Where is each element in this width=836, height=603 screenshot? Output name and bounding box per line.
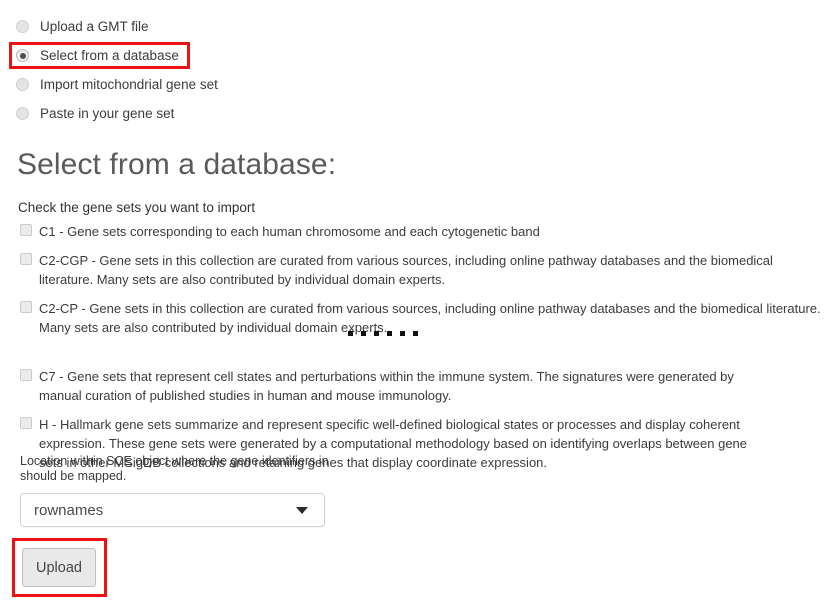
radio-label-import-mitochondrial: Import mitochondrial gene set — [40, 76, 218, 92]
radio-label-upload-gmt: Upload a GMT file — [40, 18, 149, 34]
gene-set-source-radio-group: Upload a GMT file Select from a database… — [16, 12, 416, 128]
gene-set-row-c7[interactable]: C7 - Gene sets that represent cell state… — [20, 367, 832, 405]
gene-set-row-c2-cgp[interactable]: C2-CGP - Gene sets in this collection ar… — [20, 251, 832, 289]
truncation-dot — [387, 331, 392, 336]
truncation-dot — [348, 331, 353, 336]
gene-set-checkbox-list: C1 - Gene sets corresponding to each hum… — [20, 222, 832, 482]
radio-indicator-select-database[interactable] — [16, 49, 29, 62]
radio-option-import-mitochondrial[interactable]: Import mitochondrial gene set — [16, 70, 416, 99]
gene-set-instruction: Check the gene sets you want to import — [18, 200, 256, 215]
gene-set-row-c2-cp[interactable]: C2-CP - Gene sets in this collection are… — [20, 299, 832, 337]
gene-identifier-location-value: rownames — [34, 501, 104, 519]
gene-set-label-c2-cgp: C2-CGP - Gene sets in this collection ar… — [39, 253, 773, 287]
gene-identifier-location-select[interactable]: rownames — [20, 493, 325, 527]
list-truncation-ellipsis — [348, 331, 418, 336]
radio-option-upload-gmt[interactable]: Upload a GMT file — [16, 12, 416, 41]
truncation-spacer — [20, 347, 832, 367]
gene-set-label-c2-cp: C2-CP - Gene sets in this collection are… — [39, 301, 821, 335]
checkbox-c2-cgp[interactable] — [20, 253, 32, 265]
location-field-caption: Location within SCE object where the gen… — [20, 454, 329, 483]
checkbox-h[interactable] — [20, 417, 32, 429]
radio-label-paste-gene-set: Paste in your gene set — [40, 105, 175, 121]
truncation-dot — [400, 331, 405, 336]
radio-option-select-database[interactable]: Select from a database — [16, 41, 416, 70]
gene-set-label-c7: C7 - Gene sets that represent cell state… — [39, 369, 734, 403]
radio-indicator-import-mitochondrial[interactable] — [16, 78, 29, 91]
chevron-down-icon — [296, 506, 308, 514]
checkbox-c7[interactable] — [20, 369, 32, 381]
upload-button[interactable]: Upload — [22, 548, 96, 587]
page-title: Select from a database: — [17, 148, 337, 181]
radio-indicator-paste-gene-set[interactable] — [16, 107, 29, 120]
radio-label-select-database: Select from a database — [40, 47, 179, 63]
checkbox-c2-cp[interactable] — [20, 301, 32, 313]
gene-set-label-c1: C1 - Gene sets corresponding to each hum… — [39, 224, 540, 239]
gene-set-row-c1[interactable]: C1 - Gene sets corresponding to each hum… — [20, 222, 832, 241]
truncation-dot — [361, 331, 366, 336]
checkbox-c1[interactable] — [20, 224, 32, 236]
radio-option-paste-gene-set[interactable]: Paste in your gene set — [16, 99, 416, 128]
truncation-dot — [413, 331, 418, 336]
radio-indicator-upload-gmt[interactable] — [16, 20, 29, 33]
truncation-dot — [374, 331, 379, 336]
